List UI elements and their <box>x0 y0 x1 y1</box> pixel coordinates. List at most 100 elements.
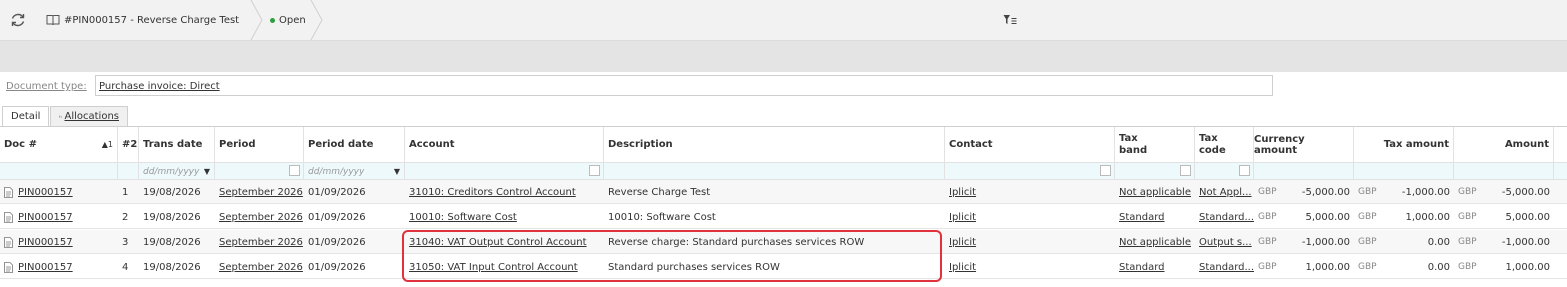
cell-account[interactable]: 10010: Software Cost <box>405 205 604 229</box>
dropdown-arrow-icon[interactable]: ▼ <box>394 167 400 176</box>
cell-contact[interactable]: Iplicit <box>945 205 1115 229</box>
doc-link[interactable]: PIN000157 <box>18 262 73 273</box>
column-header-num2[interactable]: #2 <box>118 127 139 162</box>
tab-allocations[interactable]: Allocations <box>50 106 128 126</box>
column-header-amount[interactable]: Amount <box>1454 127 1554 162</box>
cell-doc[interactable]: PIN000157 <box>0 180 118 204</box>
tab-allocations-label: Allocations <box>64 111 119 122</box>
column-header-period[interactable]: Period <box>215 127 304 162</box>
period-link[interactable]: September 2026 <box>219 262 303 273</box>
document-icon <box>4 261 13 273</box>
tax-code-link[interactable]: Standard... <box>1199 262 1254 273</box>
cell-tax-band[interactable]: Standard <box>1115 205 1195 229</box>
filter-description[interactable] <box>604 162 945 180</box>
trans-date-placeholder: dd/mm/yyyy <box>143 167 200 177</box>
column-header-account[interactable]: Account <box>405 127 604 162</box>
doc-link[interactable]: PIN000157 <box>18 212 73 223</box>
cell-period[interactable]: September 2026 <box>215 230 304 254</box>
popout-icon[interactable] <box>1180 165 1191 176</box>
cell-contact[interactable]: Iplicit <box>945 255 1115 279</box>
column-header-currency-amount[interactable]: Currency amount <box>1254 127 1354 162</box>
filter-account[interactable] <box>405 162 604 180</box>
table-row[interactable]: PIN000157 1 19/08/2026 September 2026 01/09/… <box>0 180 1567 204</box>
tax-code-link[interactable]: Standard... <box>1199 212 1254 223</box>
tax-band-link[interactable]: Standard <box>1119 262 1165 273</box>
popout-icon[interactable] <box>1100 165 1111 176</box>
cell-period[interactable]: September 2026 <box>215 180 304 204</box>
cell-tax-code[interactable]: Output s... <box>1195 230 1254 254</box>
filter-doc[interactable] <box>0 162 118 180</box>
document-type-field[interactable]: Purchase invoice: Direct <box>95 75 1273 96</box>
period-link[interactable]: September 2026 <box>219 237 303 248</box>
account-link[interactable]: 10010: Software Cost <box>409 212 517 223</box>
filter-num2[interactable] <box>118 162 139 180</box>
cell-account[interactable]: 31010: Creditors Control Account <box>405 180 604 204</box>
filter-trans-date[interactable]: dd/mm/yyyy ▼ <box>139 162 215 180</box>
cell-num: 4 <box>122 261 129 273</box>
cell-currency-amount: 5,000.00 <box>1305 211 1350 223</box>
column-header-contact[interactable]: Contact <box>945 127 1115 162</box>
cell-tax-amount: 1,000.00 <box>1405 211 1450 223</box>
cell-tax-band[interactable]: Not applicable <box>1115 180 1195 204</box>
cell-contact[interactable]: Iplicit <box>945 230 1115 254</box>
table-row[interactable]: PIN000157 2 19/08/2026 September 2026 01/09/… <box>0 205 1567 229</box>
tax-code-label-line2: code <box>1199 144 1226 156</box>
tax-code-link[interactable]: Output s... <box>1199 237 1252 248</box>
column-header-tax-band[interactable]: Tax band <box>1115 127 1195 162</box>
tax-code-label-line1: Tax <box>1199 132 1218 144</box>
column-header-trans-date[interactable]: Trans date <box>139 127 215 162</box>
cell-tax-band[interactable]: Standard <box>1115 255 1195 279</box>
column-header-tax-code[interactable]: Tax code <box>1195 127 1254 162</box>
filter-tax-code[interactable] <box>1195 162 1254 180</box>
popout-icon[interactable] <box>589 165 600 176</box>
cell-period[interactable]: September 2026 <box>215 255 304 279</box>
doc-link[interactable]: PIN000157 <box>18 237 73 248</box>
status-dot-icon <box>270 17 275 23</box>
filter-amount[interactable] <box>1454 162 1554 180</box>
dropdown-arrow-icon[interactable]: ▼ <box>204 167 210 176</box>
period-link[interactable]: September 2026 <box>219 187 303 198</box>
account-link[interactable]: 31010: Creditors Control Account <box>409 187 576 198</box>
contact-link[interactable]: Iplicit <box>949 212 976 223</box>
tax-band-link[interactable]: Not applicable <box>1119 187 1191 198</box>
cell-doc[interactable]: PIN000157 <box>0 255 118 279</box>
filter-period[interactable] <box>215 162 304 180</box>
column-header-period-date[interactable]: Period date <box>304 127 405 162</box>
tax-band-link[interactable]: Not applicable <box>1119 237 1191 248</box>
popout-icon[interactable] <box>289 165 300 176</box>
filter-currency-amount[interactable] <box>1254 162 1354 180</box>
filter-contact[interactable] <box>945 162 1115 180</box>
doc-link[interactable]: PIN000157 <box>18 187 73 198</box>
cell-doc[interactable]: PIN000157 <box>0 205 118 229</box>
tax-code-link[interactable]: Not Appl... <box>1199 187 1252 198</box>
cell-amount: 1,000.00 <box>1505 261 1550 273</box>
period-link[interactable]: September 2026 <box>219 212 303 223</box>
filter-icon[interactable] <box>1003 14 1017 26</box>
document-type-value[interactable]: Purchase invoice: Direct <box>99 81 220 92</box>
tax-band-link[interactable]: Standard <box>1119 212 1165 223</box>
period-date-placeholder: dd/mm/yyyy <box>308 167 365 177</box>
column-header-doc[interactable]: Doc # ▲1 <box>0 127 118 162</box>
filter-tax-amount[interactable] <box>1354 162 1454 180</box>
cell-doc[interactable]: PIN000157 <box>0 230 118 254</box>
tab-detail[interactable]: Detail <box>2 106 49 126</box>
breadcrumb-document[interactable]: #PIN000157 - Reverse Charge Test <box>46 0 239 40</box>
contact-link[interactable]: Iplicit <box>949 262 976 273</box>
contact-link[interactable]: Iplicit <box>949 187 976 198</box>
cell-tax-code[interactable]: Standard... <box>1195 255 1254 279</box>
cell-tax-band[interactable]: Not applicable <box>1115 230 1195 254</box>
cell-contact[interactable]: Iplicit <box>945 180 1115 204</box>
cell-tax-code[interactable]: Not Appl... <box>1195 180 1254 204</box>
filter-tax-band[interactable] <box>1115 162 1195 180</box>
cell-trans-date: 19/08/2026 <box>143 211 201 223</box>
cell-tax-code[interactable]: Standard... <box>1195 205 1254 229</box>
column-header-description[interactable]: Description <box>604 127 945 162</box>
cell-amount: 5,000.00 <box>1505 211 1550 223</box>
popout-icon[interactable] <box>1239 165 1250 176</box>
refresh-icon[interactable] <box>10 12 26 28</box>
column-header-tax-amount[interactable]: Tax amount <box>1354 127 1454 162</box>
cell-amount: -1,000.00 <box>1501 236 1550 248</box>
cell-period[interactable]: September 2026 <box>215 205 304 229</box>
filter-period-date[interactable]: dd/mm/yyyy ▼ <box>304 162 405 180</box>
contact-link[interactable]: Iplicit <box>949 237 976 248</box>
